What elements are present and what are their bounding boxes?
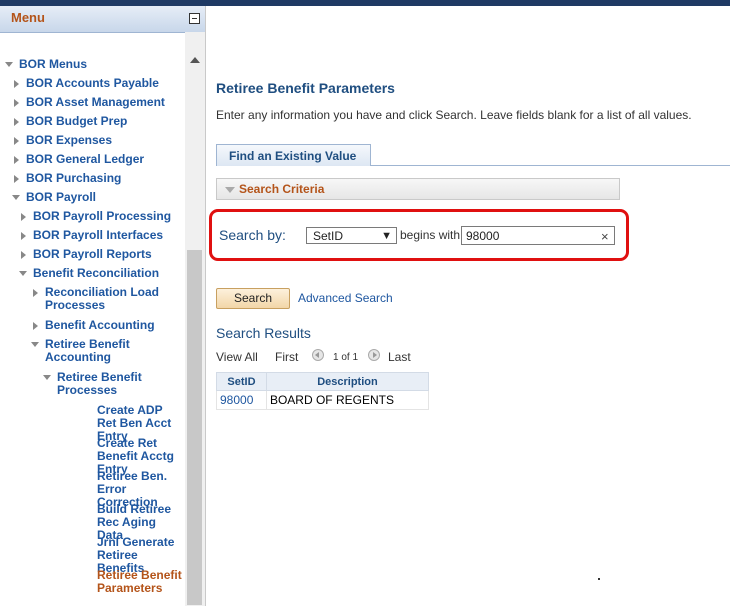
search-criteria-label: Search Criteria xyxy=(239,182,325,196)
collapsed-triangle-icon[interactable] xyxy=(21,232,26,240)
menu-item[interactable]: Retiree Benefit Parameters xyxy=(97,569,182,595)
menu-item[interactable]: BOR Menus xyxy=(19,58,87,71)
menu-item[interactable]: BOR General Ledger xyxy=(26,153,144,166)
menu-item[interactable]: BOR Expenses xyxy=(26,134,112,147)
navigation-menu: Menu BOR Menus BOR Accounts Payable BOR As… xyxy=(0,6,206,606)
menu-item[interactable]: Benefit Accounting xyxy=(45,319,155,332)
menu-item[interactable]: BOR Accounts Payable xyxy=(26,77,159,90)
search-by-label: Search by: xyxy=(219,227,286,243)
menu-items: BOR Menus BOR Accounts Payable BOR Asset M… xyxy=(0,32,190,606)
menu-item[interactable]: Retiree Benefit Accounting xyxy=(45,338,182,364)
search-button[interactable]: Search xyxy=(216,288,290,309)
stray-dot xyxy=(598,578,600,580)
expanded-triangle-icon[interactable] xyxy=(19,271,27,276)
search-results-title: Search Results xyxy=(216,325,311,341)
collapsed-triangle-icon[interactable] xyxy=(21,251,26,259)
result-setid-link[interactable]: 98000 xyxy=(216,390,267,410)
view-all-link[interactable]: View All xyxy=(216,350,258,364)
scroll-up-icon[interactable] xyxy=(190,57,200,63)
table-row: 98000 BOARD OF REGENTS xyxy=(216,390,430,410)
collapsed-triangle-icon[interactable] xyxy=(14,118,19,126)
menu-header: Menu xyxy=(0,6,205,33)
collapsed-triangle-icon[interactable] xyxy=(14,156,19,164)
menu-item[interactable]: BOR Budget Prep xyxy=(26,115,127,128)
next-page-icon[interactable] xyxy=(368,349,380,361)
collapsed-triangle-icon[interactable] xyxy=(33,289,38,297)
menu-item[interactable]: BOR Payroll Reports xyxy=(33,248,152,261)
select-value: SetID xyxy=(313,229,344,243)
operator-label: begins with xyxy=(400,228,461,242)
result-description: BOARD OF REGENTS xyxy=(265,390,430,410)
results-table: SetID Description 98000 BOARD OF REGENTS xyxy=(216,372,430,410)
scrollbar-thumb[interactable] xyxy=(187,250,202,605)
menu-title: Menu xyxy=(11,10,45,25)
menu-item[interactable]: BOR Payroll Interfaces xyxy=(33,229,163,242)
collapse-triangle-icon xyxy=(225,187,235,193)
instructions-text: Enter any information you have and click… xyxy=(216,108,692,122)
last-label: Last xyxy=(388,350,411,364)
menu-item[interactable]: Reconciliation Load Processes xyxy=(45,286,182,312)
search-value-input[interactable] xyxy=(461,226,615,245)
collapsed-triangle-icon[interactable] xyxy=(14,99,19,107)
advanced-search-link[interactable]: Advanced Search xyxy=(298,291,393,305)
expanded-triangle-icon[interactable] xyxy=(43,375,51,380)
tab-divider xyxy=(371,165,730,166)
expanded-triangle-icon[interactable] xyxy=(12,195,20,200)
clear-icon[interactable]: × xyxy=(601,229,609,244)
column-header-setid: SetID xyxy=(216,372,267,391)
menu-item[interactable]: BOR Payroll Processing xyxy=(33,210,171,223)
expanded-triangle-icon[interactable] xyxy=(31,342,39,347)
collapse-menu-icon[interactable] xyxy=(189,13,200,24)
search-criteria-header[interactable]: Search Criteria xyxy=(216,178,620,200)
search-field-select[interactable]: SetID ▼ xyxy=(306,227,397,244)
menu-item[interactable]: BOR Payroll xyxy=(26,191,96,204)
previous-page-icon[interactable] xyxy=(312,349,324,361)
chevron-down-icon: ▼ xyxy=(381,230,392,242)
collapsed-triangle-icon[interactable] xyxy=(14,137,19,145)
collapsed-triangle-icon[interactable] xyxy=(14,80,19,88)
page-count: 1 of 1 xyxy=(333,352,359,363)
menu-scrollbar[interactable] xyxy=(185,32,205,606)
collapsed-triangle-icon[interactable] xyxy=(33,322,38,330)
tab-find-existing-value[interactable]: Find an Existing Value xyxy=(216,144,371,166)
collapsed-triangle-icon[interactable] xyxy=(21,213,26,221)
collapsed-triangle-icon[interactable] xyxy=(14,175,19,183)
page-title: Retiree Benefit Parameters xyxy=(216,80,395,96)
column-header-description: Description xyxy=(265,372,430,391)
menu-item[interactable]: BOR Asset Management xyxy=(26,96,165,109)
menu-item[interactable]: BOR Purchasing xyxy=(26,172,121,185)
expanded-triangle-icon[interactable] xyxy=(5,62,13,67)
menu-item[interactable]: Benefit Reconciliation xyxy=(33,267,159,280)
table-header-row: SetID Description xyxy=(216,372,430,391)
first-label: First xyxy=(275,350,299,364)
menu-item[interactable]: Retiree Benefit Processes xyxy=(57,371,182,397)
